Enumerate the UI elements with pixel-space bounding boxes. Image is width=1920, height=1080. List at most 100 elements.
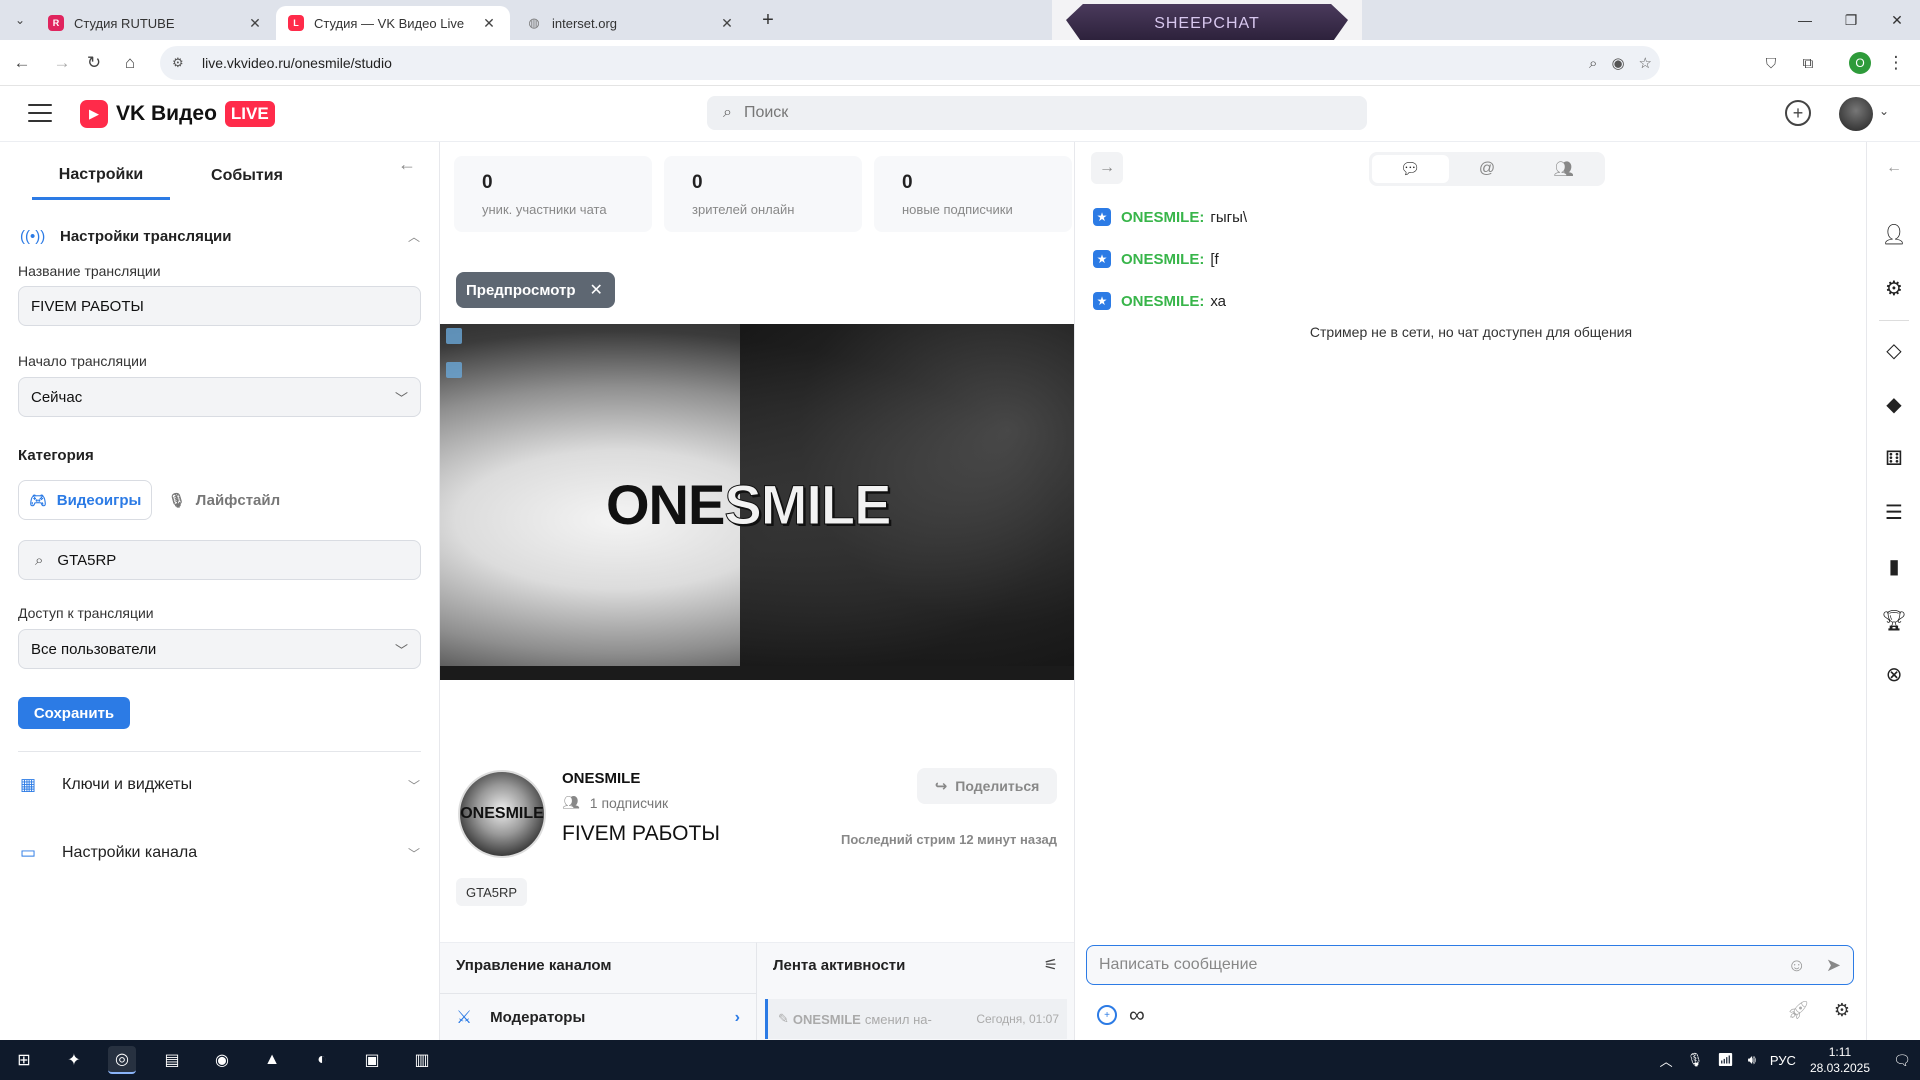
close-tab-icon[interactable]: ✕ — [480, 14, 498, 32]
collapse-chat-arrow-icon[interactable]: → — [1091, 152, 1123, 184]
app-icon[interactable]: ✦ — [60, 1046, 88, 1074]
clock[interactable]: 1:11 28.03.2025 — [1810, 1044, 1870, 1076]
windows-start-icon[interactable]: ⊞ — [10, 1046, 38, 1074]
close-tab-icon[interactable]: ✕ — [246, 14, 264, 32]
tab-events[interactable]: События — [182, 152, 312, 200]
extensions-puzzle-icon[interactable]: ⧉ — [1796, 51, 1820, 75]
keys-widgets-row[interactable]: ▦ Ключи и виджеты ﹀ — [20, 769, 420, 801]
chat-message[interactable]: ★ ONESMILE: [f — [1093, 250, 1219, 268]
minimize-icon[interactable]: — — [1782, 0, 1828, 40]
notifications-icon[interactable]: 🗨︎ — [1884, 1052, 1920, 1069]
site-info-icon[interactable]: ⚙ — [172, 55, 192, 71]
diamond-filled-icon[interactable]: ◆ — [1867, 388, 1920, 420]
chevron-down-icon[interactable]: ⌄ — [1879, 104, 1889, 118]
obs-icon[interactable]: ◉ — [208, 1046, 236, 1074]
address-bar[interactable]: ⚙ live.vkvideo.ru/onesmile/studio ⌕ ◉ ☆ — [160, 46, 1660, 80]
chat-message[interactable]: ★ ONESMILE: ха — [1093, 292, 1226, 310]
microphone-icon[interactable]: 🎙︎ — [1687, 1052, 1704, 1068]
reload-icon[interactable]: ↻ — [82, 51, 106, 75]
channel-points-icon[interactable]: + — [1097, 1005, 1117, 1025]
tab-search-chevron-icon[interactable]: ⌄ — [8, 8, 32, 32]
eye-icon[interactable]: ◉ — [1611, 54, 1624, 72]
category-games-chip[interactable]: 🎮︎ Видеоигры — [18, 480, 153, 520]
profile-avatar[interactable]: O — [1848, 51, 1872, 75]
emoji-icon[interactable]: ☺ — [1788, 955, 1806, 976]
language-indicator[interactable]: РУС — [1770, 1053, 1796, 1068]
forward-arrow-icon[interactable]: → — [50, 51, 74, 75]
feed-entry[interactable]: ✎ ONESMILE сменил на- Сегодня, 01:07 — [765, 999, 1067, 1039]
app-icon[interactable]: ▲ — [258, 1046, 286, 1074]
user-avatar[interactable] — [1839, 97, 1873, 131]
chat-blocked-icon[interactable]: ⊗ — [1867, 658, 1920, 690]
stack-bars-icon[interactable]: ☰ — [1867, 496, 1920, 528]
site-search[interactable]: ⌕ — [707, 96, 1367, 130]
browser-menu-icon[interactable]: ⋮ — [1884, 51, 1908, 75]
filter-sliders-icon[interactable]: ⚟ — [1044, 955, 1058, 975]
category-search-field[interactable]: ⌕ GTA5RP — [18, 540, 421, 580]
bar-chart-icon[interactable]: ▮ — [1867, 550, 1920, 582]
save-button[interactable]: Сохранить — [18, 697, 130, 729]
close-icon[interactable]: ✕ — [590, 280, 603, 300]
chat-message[interactable]: ★ ONESMILE: гыгы\ — [1093, 208, 1247, 226]
tray-chevron-up-icon[interactable]: ︿ — [1660, 1051, 1673, 1070]
chat-author[interactable]: ONESMILE: — [1121, 209, 1204, 226]
stat-card-chat-participants: 0 уник. участники чата — [454, 156, 652, 232]
restore-icon[interactable]: ❐ — [1828, 0, 1874, 40]
file-explorer-icon[interactable]: ▤ — [158, 1046, 186, 1074]
mentions-tab-icon[interactable]: @ — [1449, 155, 1526, 183]
chat-input-box[interactable]: ☺ ➤ — [1086, 945, 1854, 985]
add-plus-icon[interactable]: + — [1785, 100, 1811, 126]
wifi-icon[interactable]: 📶︎ — [1717, 1052, 1734, 1068]
search-input[interactable] — [743, 104, 1304, 122]
zoom-icon[interactable]: ⌕ — [1589, 55, 1597, 72]
chrome-icon[interactable]: ◎ — [108, 1046, 136, 1074]
shield-extension-icon[interactable]: ⛉ — [1759, 51, 1783, 75]
app-icon[interactable]: ▣ — [358, 1046, 386, 1074]
channel-settings-row[interactable]: ▭ Настройки канала ﹀ — [20, 837, 420, 869]
viewers-tab-icon[interactable]: 👥︎ — [1525, 155, 1602, 183]
chat-author[interactable]: ONESMILE: — [1121, 293, 1204, 310]
preview-toggle-chip[interactable]: Предпросмотр ✕ — [456, 272, 615, 308]
send-icon[interactable]: ➤ — [1826, 955, 1841, 976]
title-field[interactable]: FIVEM РАБОТЫ — [18, 286, 421, 326]
channel-avatar[interactable]: ONESMILE — [458, 770, 546, 858]
category-lifestyle-chip[interactable]: 🎙︎ Лайфстайл — [158, 480, 290, 520]
browser-tab-rutube[interactable]: R Студия RUTUBE ✕ — [36, 6, 276, 40]
profile-person-icon[interactable]: 👤︎ — [1867, 218, 1920, 250]
gamepad-icon: 🎮︎ — [29, 491, 47, 508]
chat-messages-tab-icon[interactable]: 💬︎ — [1372, 155, 1449, 183]
url-text[interactable]: live.vkvideo.ru/onesmile/studio — [202, 55, 392, 71]
category-tag[interactable]: GTA5RP — [456, 878, 528, 906]
browser-tab-interset[interactable]: ◍ interset.org ✕ — [514, 6, 748, 40]
browser-tab-vk-live[interactable]: L Студия — VK Видео Live ✕ — [276, 6, 510, 40]
chat-message-input[interactable] — [1099, 956, 1788, 974]
access-select[interactable]: Все пользователи ﹀ — [18, 629, 421, 669]
volume-icon[interactable]: 🔊︎ — [1748, 1052, 1756, 1068]
rocket-icon[interactable]: 🚀︎ — [1787, 1000, 1810, 1021]
app-icon[interactable]: ▥ — [408, 1046, 436, 1074]
vk-video-live-logo[interactable]: ▶ VK Видео LIVE — [80, 100, 275, 128]
diamond-outline-icon[interactable]: ◇ — [1867, 334, 1920, 366]
close-window-icon[interactable]: ✕ — [1874, 0, 1920, 40]
rail-back-arrow-icon[interactable]: ← — [1867, 152, 1920, 184]
dice-icon[interactable]: ⚅ — [1867, 442, 1920, 474]
trophy-icon[interactable]: 🏆︎ — [1867, 604, 1920, 636]
chat-author[interactable]: ONESMILE: — [1121, 251, 1204, 268]
collapse-left-arrow-icon[interactable]: ← — [398, 154, 416, 175]
share-button[interactable]: ↪ Поделиться — [917, 768, 1057, 804]
tab-settings[interactable]: Настройки — [32, 152, 170, 200]
chat-settings-gear-icon[interactable]: ⚙ — [1834, 1000, 1850, 1021]
bookmark-star-icon[interactable]: ☆ — [1639, 54, 1652, 72]
stream-preview-video[interactable]: ONESMILE — [440, 324, 1074, 680]
app-icon[interactable]: ◐ — [308, 1046, 336, 1074]
close-tab-icon[interactable]: ✕ — [718, 14, 736, 32]
hamburger-menu-icon[interactable] — [28, 104, 52, 124]
broadcast-settings-header[interactable]: ((•)) Настройки трансляции ︿ — [20, 222, 420, 250]
start-select[interactable]: Сейчас ﹀ — [18, 377, 421, 417]
settings-gear-icon[interactable]: ⚙ — [1867, 272, 1920, 304]
back-arrow-icon[interactable]: ← — [10, 51, 34, 75]
new-tab-button[interactable]: + — [756, 8, 780, 32]
moderators-item[interactable]: ⚔ Модераторы › — [456, 1007, 740, 1028]
home-icon[interactable]: ⌂ — [118, 51, 142, 75]
channel-name[interactable]: ONESMILE — [562, 770, 640, 787]
